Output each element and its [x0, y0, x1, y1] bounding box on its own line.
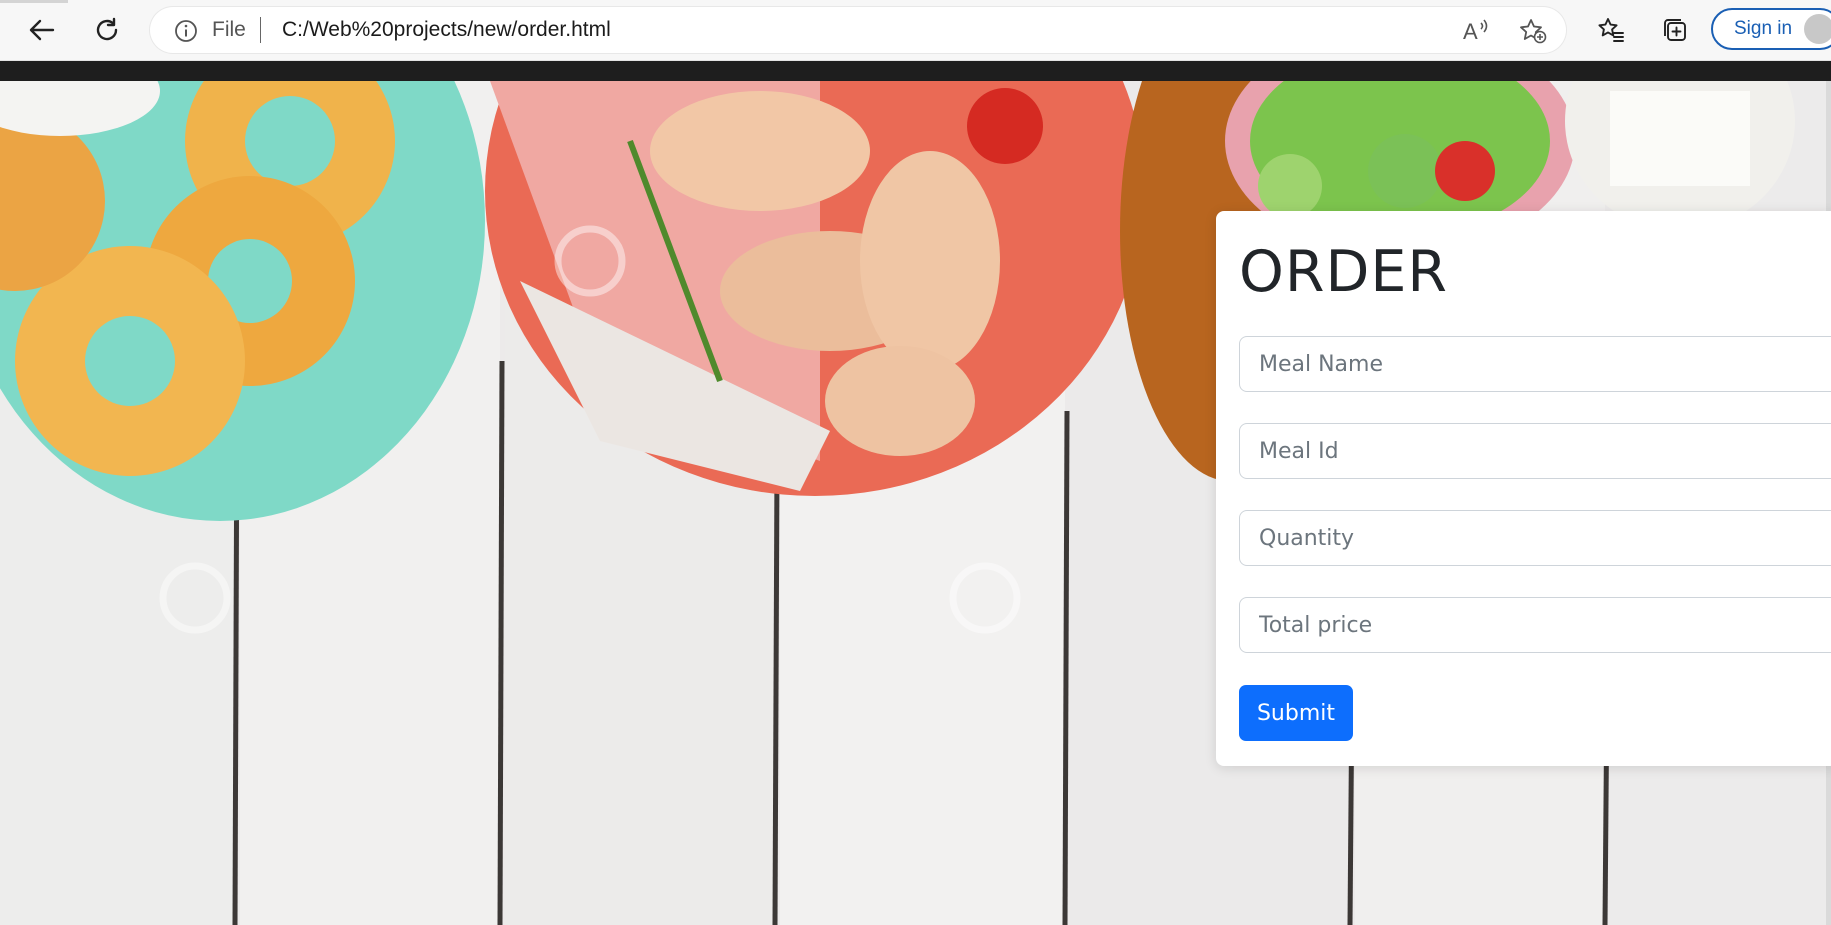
profile-icon[interactable]: [1804, 14, 1831, 44]
meal-name-input[interactable]: [1239, 336, 1831, 392]
favorites-button[interactable]: [1591, 10, 1631, 50]
file-scheme-label: File: [212, 18, 246, 41]
add-favorite-button[interactable]: [1518, 17, 1548, 50]
tab-strip-edge: [0, 0, 68, 3]
address-separator: [260, 17, 261, 43]
quantity-input[interactable]: [1239, 510, 1831, 566]
order-form-card: ORDER Submit: [1216, 211, 1831, 766]
submit-button[interactable]: Submit: [1239, 685, 1353, 741]
order-title: ORDER: [1239, 239, 1448, 305]
url-text[interactable]: C:/Web%20projects/new/order.html: [282, 18, 611, 42]
refresh-icon: [96, 17, 118, 41]
meal-id-input[interactable]: [1239, 423, 1831, 479]
back-arrow-icon: [29, 19, 55, 41]
refresh-button[interactable]: [87, 10, 127, 50]
address-bar[interactable]: File C:/Web%20projects/new/order.html A: [150, 7, 1566, 53]
svg-text:A: A: [1463, 19, 1478, 44]
collections-icon: [1664, 19, 1686, 41]
site-info-button[interactable]: [174, 19, 198, 48]
add-favorite-icon: [1520, 19, 1547, 44]
browser-toolbar: File C:/Web%20projects/new/order.html A: [0, 0, 1831, 61]
total-price-input[interactable]: [1239, 597, 1831, 653]
info-icon: [175, 20, 197, 42]
page-top-bar: [0, 61, 1831, 81]
sign-in-label: Sign in: [1734, 18, 1793, 39]
back-button[interactable]: [22, 10, 62, 50]
read-aloud-button[interactable]: A: [1462, 17, 1492, 50]
read-aloud-icon: A: [1463, 19, 1488, 44]
favorites-icon: [1598, 18, 1624, 42]
collections-button[interactable]: [1655, 10, 1695, 50]
